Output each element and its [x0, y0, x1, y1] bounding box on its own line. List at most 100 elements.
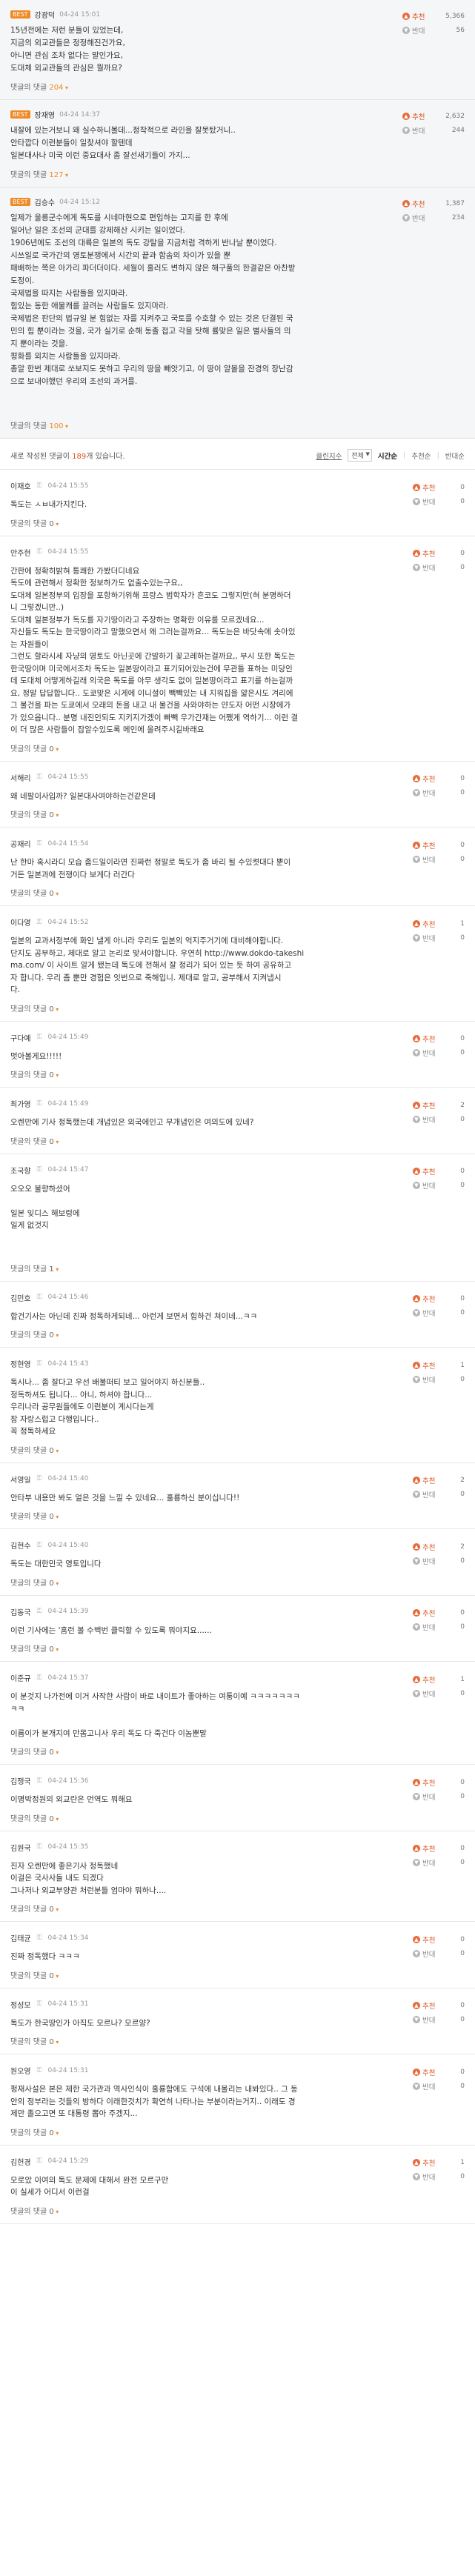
recommend-button[interactable]: ▲ 추천 0 [413, 1165, 465, 1179]
recommend-button[interactable]: ▲ 추천 0 [413, 1606, 465, 1620]
recommend-button[interactable]: ▲ 추천 0 [413, 1032, 465, 1046]
username[interactable]: 정성모 [10, 1999, 31, 2010]
recommend-button[interactable]: ▲ 추천 0 [413, 772, 465, 786]
username[interactable]: 서영일 [10, 1474, 31, 1485]
sub-reply-toggle[interactable]: 댓글의 댓글 0 ▾ [10, 1444, 465, 1455]
recommend-button[interactable]: ▲ 추천 1 [413, 1358, 465, 1372]
username[interactable]: 강광덕 [35, 9, 56, 20]
sub-reply-toggle[interactable]: 댓글의 댓글 0 ▾ [10, 1969, 465, 1980]
sub-reply-toggle[interactable]: 댓글의 댓글 0 ▾ [10, 1068, 465, 1079]
timestamp: 04-24 15:12 [59, 198, 101, 206]
sub-reply-toggle[interactable]: 댓글의 댓글 0 ▾ [10, 1002, 465, 1014]
oppose-button[interactable]: ▼ 반대 0 [413, 2079, 465, 2093]
recommend-button[interactable]: ▲ 추천 0 [413, 1932, 465, 1946]
oppose-button[interactable]: ▼ 반대 0 [413, 2013, 465, 2027]
username[interactable]: 정현영 [10, 1358, 31, 1369]
oppose-button[interactable]: ▼ 반대 0 [413, 1046, 465, 1060]
username[interactable]: 이준규 [10, 1672, 31, 1683]
recommend-button[interactable]: ▲ 추천 1,387 [402, 196, 465, 210]
sub-reply-toggle[interactable]: 댓글의 댓글 0 ▾ [10, 1510, 465, 1521]
username[interactable]: 원오영 [10, 2065, 31, 2076]
recommend-button[interactable]: ▲ 추천 0 [413, 480, 465, 494]
reply-item: 김민호 ⚿ 04-24 15:46 합건기사는 아닌데 진짜 정독하게되네... 아런… [0, 1282, 475, 1348]
oppose-button[interactable]: ▼ 반대 0 [413, 1620, 465, 1634]
recommend-button[interactable]: ▲ 추천 2,632 [402, 109, 465, 123]
oppose-button[interactable]: ▼ 반대 0 [413, 1686, 465, 1700]
username[interactable]: 서해리 [10, 772, 31, 783]
sub-reply-toggle[interactable]: 댓글의 댓글 0 ▾ [10, 887, 465, 898]
filter-select[interactable]: 전체 ▼ [348, 449, 372, 462]
sort-oppose[interactable]: 반대순 [445, 450, 465, 461]
recommend-button[interactable]: ▲ 추천 2 [413, 1098, 465, 1112]
username[interactable]: 안주현 [10, 547, 31, 558]
sub-reply-toggle[interactable]: 댓글의 댓글 0 ▾ [10, 2126, 465, 2137]
username[interactable]: 김동국 [10, 1606, 31, 1617]
oppose-button[interactable]: ▼ 반대 0 [413, 1112, 465, 1126]
oppose-button[interactable]: ▼ 반대 0 [413, 852, 465, 866]
oppose-button[interactable]: ▼ 반대 0 [413, 1372, 465, 1386]
username[interactable]: 이다영 [10, 916, 31, 928]
sub-reply-toggle[interactable]: 댓글의 댓글 0 ▾ [10, 2035, 465, 2046]
oppose-button[interactable]: ▼ 반대 0 [413, 1179, 465, 1193]
oppose-button[interactable]: ▼ 반대 0 [413, 1946, 465, 1960]
oppose-button[interactable]: ▼ 반대 0 [413, 1856, 465, 1870]
recommend-button[interactable]: ▲ 추천 0 [413, 1292, 465, 1306]
sub-reply-toggle[interactable]: 댓글의 댓글 0 ▾ [10, 1577, 465, 1588]
recommend-button[interactable]: ▲ 추천 1 [413, 2156, 465, 2170]
recommend-button[interactable]: ▲ 추천 2 [413, 1474, 465, 1488]
sub-reply-toggle[interactable]: 댓글의 댓글 0 ▾ [10, 742, 465, 753]
recommend-button[interactable]: ▲ 추천 0 [413, 1775, 465, 1789]
sub-reply-toggle[interactable]: 댓글의 댓글 0 ▾ [10, 517, 465, 528]
username[interactable]: 최가영 [10, 1098, 31, 1109]
recommend-button[interactable]: ▲ 추천 1 [413, 916, 465, 931]
sub-reply-toggle[interactable]: 댓글의 댓글 127 ▾ [10, 168, 465, 179]
sort-time[interactable]: 시간순 [378, 450, 397, 461]
oppose-button[interactable]: ▼ 반대 244 [402, 123, 465, 137]
cleanbot-link[interactable]: 클린지수 [316, 450, 342, 461]
username[interactable]: 김현수 [10, 1540, 31, 1551]
recommend-button[interactable]: ▲ 추천 2 [413, 1540, 465, 1554]
username[interactable]: 구다예 [10, 1032, 31, 1043]
username[interactable]: 김헌경 [10, 2156, 31, 2167]
username[interactable]: 김쟁국 [10, 1775, 31, 1786]
oppose-button[interactable]: ▼ 반대 0 [413, 1488, 465, 1502]
username[interactable]: 이재호 [10, 480, 31, 491]
oppose-button[interactable]: ▼ 반대 0 [413, 1554, 465, 1568]
recommend-button[interactable]: ▲ 추천 5,366 [402, 9, 465, 23]
username[interactable]: 조국향 [10, 1165, 31, 1176]
username[interactable]: 김원국 [10, 1842, 31, 1853]
sub-reply-toggle[interactable]: 댓글의 댓글 0 ▾ [10, 808, 465, 819]
sub-reply-toggle[interactable]: 댓글의 댓글 0 ▾ [10, 1903, 465, 1914]
sub-reply-toggle[interactable]: 댓글의 댓글 1 ▾ [10, 1262, 465, 1274]
oppose-button[interactable]: ▼ 반대 0 [413, 931, 465, 945]
sub-reply-toggle[interactable]: 댓글의 댓글 100 ▾ [10, 419, 465, 430]
oppose-button[interactable]: ▼ 반대 0 [413, 561, 465, 575]
sub-reply-toggle[interactable]: 댓글의 댓글 0 ▾ [10, 1135, 465, 1146]
sub-reply-toggle[interactable]: 댓글의 댓글 0 ▾ [10, 1745, 465, 1757]
sub-reply-toggle[interactable]: 댓글의 댓글 0 ▾ [10, 2205, 465, 2216]
thumb-up-icon: ▲ [413, 1295, 420, 1302]
username[interactable]: 장재영 [35, 109, 56, 120]
recommend-button[interactable]: ▲ 추천 0 [413, 1842, 465, 1856]
sub-reply-toggle[interactable]: 댓글의 댓글 0 ▾ [10, 1812, 465, 1823]
recommend-button[interactable]: ▲ 추천 0 [413, 2065, 465, 2079]
sub-reply-toggle[interactable]: 댓글의 댓글 0 ▾ [10, 1643, 465, 1654]
recommend-button[interactable]: ▲ 추천 0 [413, 1999, 465, 2013]
oppose-button[interactable]: ▼ 반대 56 [402, 23, 465, 37]
oppose-button[interactable]: ▼ 반대 0 [413, 1789, 465, 1803]
oppose-button[interactable]: ▼ 반대 234 [402, 210, 465, 224]
sub-reply-toggle[interactable]: 댓글의 댓글 204 ▾ [10, 81, 465, 92]
oppose-button[interactable]: ▼ 반대 0 [413, 2170, 465, 2184]
username[interactable]: 공재리 [10, 838, 31, 849]
sub-reply-toggle[interactable]: 댓글의 댓글 0 ▾ [10, 1328, 465, 1339]
oppose-button[interactable]: ▼ 반대 0 [413, 786, 465, 800]
recommend-button[interactable]: ▲ 추천 1 [413, 1672, 465, 1686]
recommend-button[interactable]: ▲ 추천 0 [413, 547, 465, 561]
oppose-button[interactable]: ▼ 반대 0 [413, 494, 465, 508]
oppose-button[interactable]: ▼ 반대 0 [413, 1306, 465, 1320]
recommend-button[interactable]: ▲ 추천 0 [413, 838, 465, 852]
sort-recommend[interactable]: 추천순 [411, 450, 431, 461]
username[interactable]: 김승수 [35, 196, 56, 207]
username[interactable]: 김민호 [10, 1292, 31, 1303]
username[interactable]: 김태균 [10, 1932, 31, 1943]
